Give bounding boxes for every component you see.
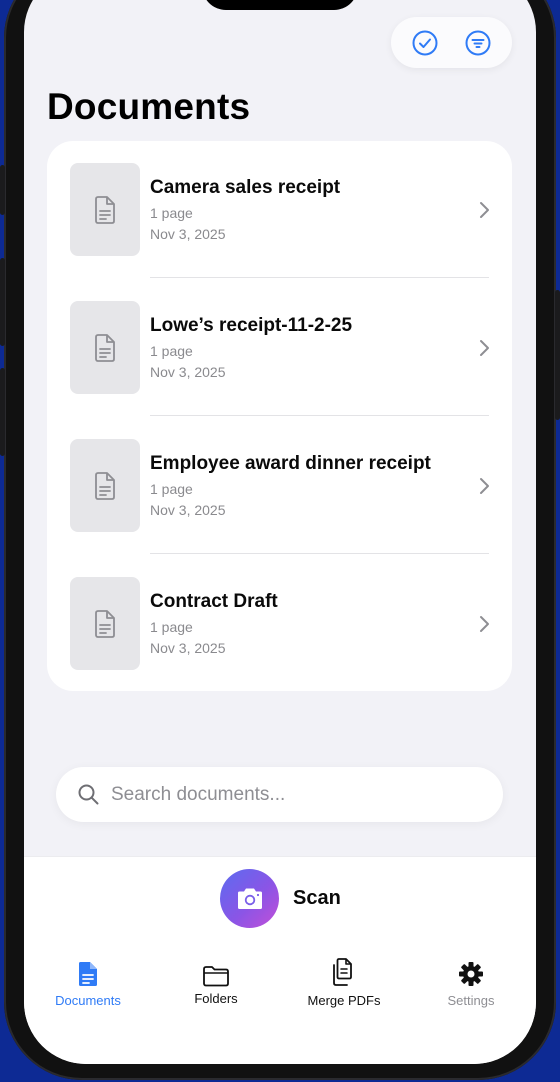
search-input[interactable] — [111, 783, 471, 806]
dynamic-island — [202, 0, 358, 10]
chevron-right-icon — [480, 340, 489, 356]
side-button — [0, 165, 5, 215]
document-filled-icon — [79, 962, 97, 986]
tab-label: Documents — [55, 993, 121, 1008]
search-icon — [78, 784, 99, 805]
document-row[interactable]: Lowe’s receipt-11-2-25 1 page Nov 3, 202… — [47, 279, 512, 416]
document-row[interactable]: Camera sales receipt 1 page Nov 3, 2025 — [47, 141, 512, 278]
scan-label: Scan — [293, 887, 341, 909]
document-icon — [95, 333, 115, 362]
document-name: Employee award dinner receipt — [150, 453, 431, 474]
chevron-right-icon — [480, 202, 489, 218]
app-screen: Documents Camera sales receipt 1 page No… — [24, 0, 536, 1064]
filter-button[interactable] — [463, 28, 493, 58]
document-thumbnail — [70, 577, 140, 670]
document-date: Nov 3, 2025 — [150, 364, 226, 380]
document-thumbnail — [70, 301, 140, 394]
bottom-bar: Scan Documents Folders Merge PDFs Settin… — [24, 856, 536, 1064]
document-date: Nov 3, 2025 — [150, 502, 226, 518]
top-actions — [391, 17, 512, 68]
side-button — [0, 368, 5, 456]
folder-icon — [203, 966, 229, 987]
documents-list: Camera sales receipt 1 page Nov 3, 2025 … — [47, 141, 512, 691]
side-button — [0, 258, 5, 346]
camera-icon — [237, 888, 262, 909]
side-button — [555, 290, 560, 420]
document-thumbnail — [70, 439, 140, 532]
documents-stack-icon — [333, 958, 352, 986]
document-pages: 1 page — [150, 343, 193, 359]
tab-label: Settings — [447, 993, 495, 1008]
tab-label: Merge PDFs — [307, 993, 381, 1008]
filter-lines-icon — [465, 30, 491, 55]
row-divider — [150, 277, 489, 278]
search-bar[interactable] — [56, 767, 503, 822]
document-date: Nov 3, 2025 — [150, 640, 226, 656]
scan-button[interactable]: Scan — [220, 869, 341, 928]
document-name: Lowe’s receipt-11-2-25 — [150, 315, 353, 336]
page-title: Documents — [47, 86, 251, 127]
document-row[interactable]: Employee award dinner receipt 1 page Nov… — [47, 417, 512, 554]
scan-circle — [220, 869, 279, 928]
document-pages: 1 page — [150, 619, 193, 635]
chevron-right-icon — [480, 616, 489, 632]
tab-documents[interactable]: Documents — [33, 957, 143, 1008]
document-pages: 1 page — [150, 205, 193, 221]
tab-merge-pdfs[interactable]: Merge PDFs — [289, 957, 399, 1008]
tab-settings[interactable]: Settings — [416, 957, 526, 1008]
document-pages: 1 page — [150, 481, 193, 497]
document-date: Nov 3, 2025 — [150, 226, 226, 242]
tab-label: Folders — [194, 991, 238, 1006]
gear-icon — [459, 962, 483, 986]
document-icon — [95, 195, 115, 224]
document-icon — [95, 471, 115, 500]
document-name: Camera sales receipt — [150, 177, 341, 198]
tab-folders[interactable]: Folders — [161, 957, 271, 1006]
document-name: Contract Draft — [150, 591, 278, 612]
checkmark-circle-icon — [412, 30, 438, 55]
document-icon — [95, 609, 115, 638]
document-row[interactable]: Contract Draft 1 page Nov 3, 2025 — [47, 555, 512, 692]
select-button[interactable] — [410, 28, 440, 58]
row-divider — [150, 415, 489, 416]
row-divider — [150, 553, 489, 554]
document-thumbnail — [70, 163, 140, 256]
chevron-right-icon — [480, 478, 489, 494]
